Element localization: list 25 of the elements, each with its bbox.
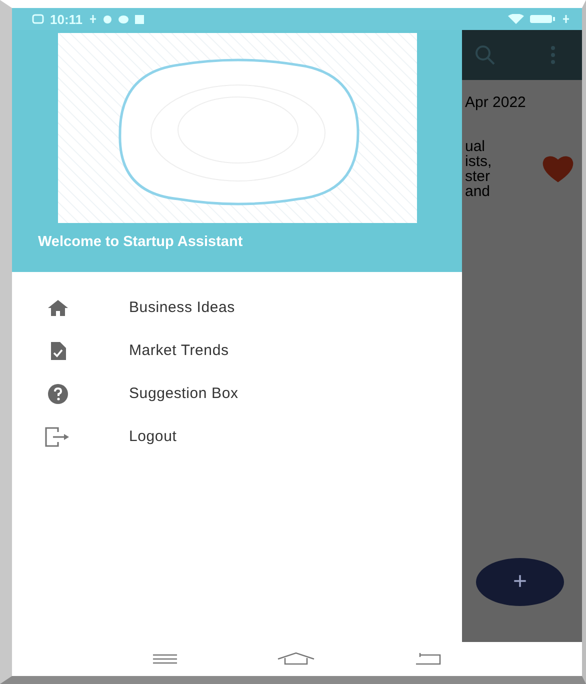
- exit-icon: [45, 426, 71, 446]
- menu-item[interactable]: Business Ideas: [12, 286, 462, 329]
- wifi-icon: [508, 14, 524, 24]
- notification-icon: [102, 14, 112, 24]
- document-check-icon: [50, 342, 66, 360]
- battery-icon: [530, 14, 556, 24]
- post-date: Apr 2022: [465, 94, 527, 111]
- question-icon: [48, 384, 68, 404]
- drawer-title: Welcome to Startup Assistant: [38, 234, 244, 250]
- notification-icon: [118, 14, 129, 24]
- recents-icon[interactable]: [152, 653, 178, 665]
- status-time: 10:11: [50, 12, 83, 26]
- usb-icon: [88, 14, 97, 24]
- charging-icon: [562, 14, 570, 24]
- menu-item[interactable]: Logout: [12, 415, 462, 458]
- post-text: ual ists, ster and: [465, 139, 492, 199]
- menu-item[interactable]: Suggestion Box: [12, 372, 462, 415]
- menu-item[interactable]: Market Trends: [12, 329, 462, 372]
- house-icon: [48, 300, 68, 316]
- add-button[interactable]: +: [476, 558, 564, 606]
- sim-icon: [32, 14, 44, 24]
- notification-icon: [134, 14, 144, 24]
- back-icon[interactable]: [414, 652, 442, 666]
- home-icon[interactable]: [276, 652, 315, 666]
- heart-icon[interactable]: [542, 155, 574, 183]
